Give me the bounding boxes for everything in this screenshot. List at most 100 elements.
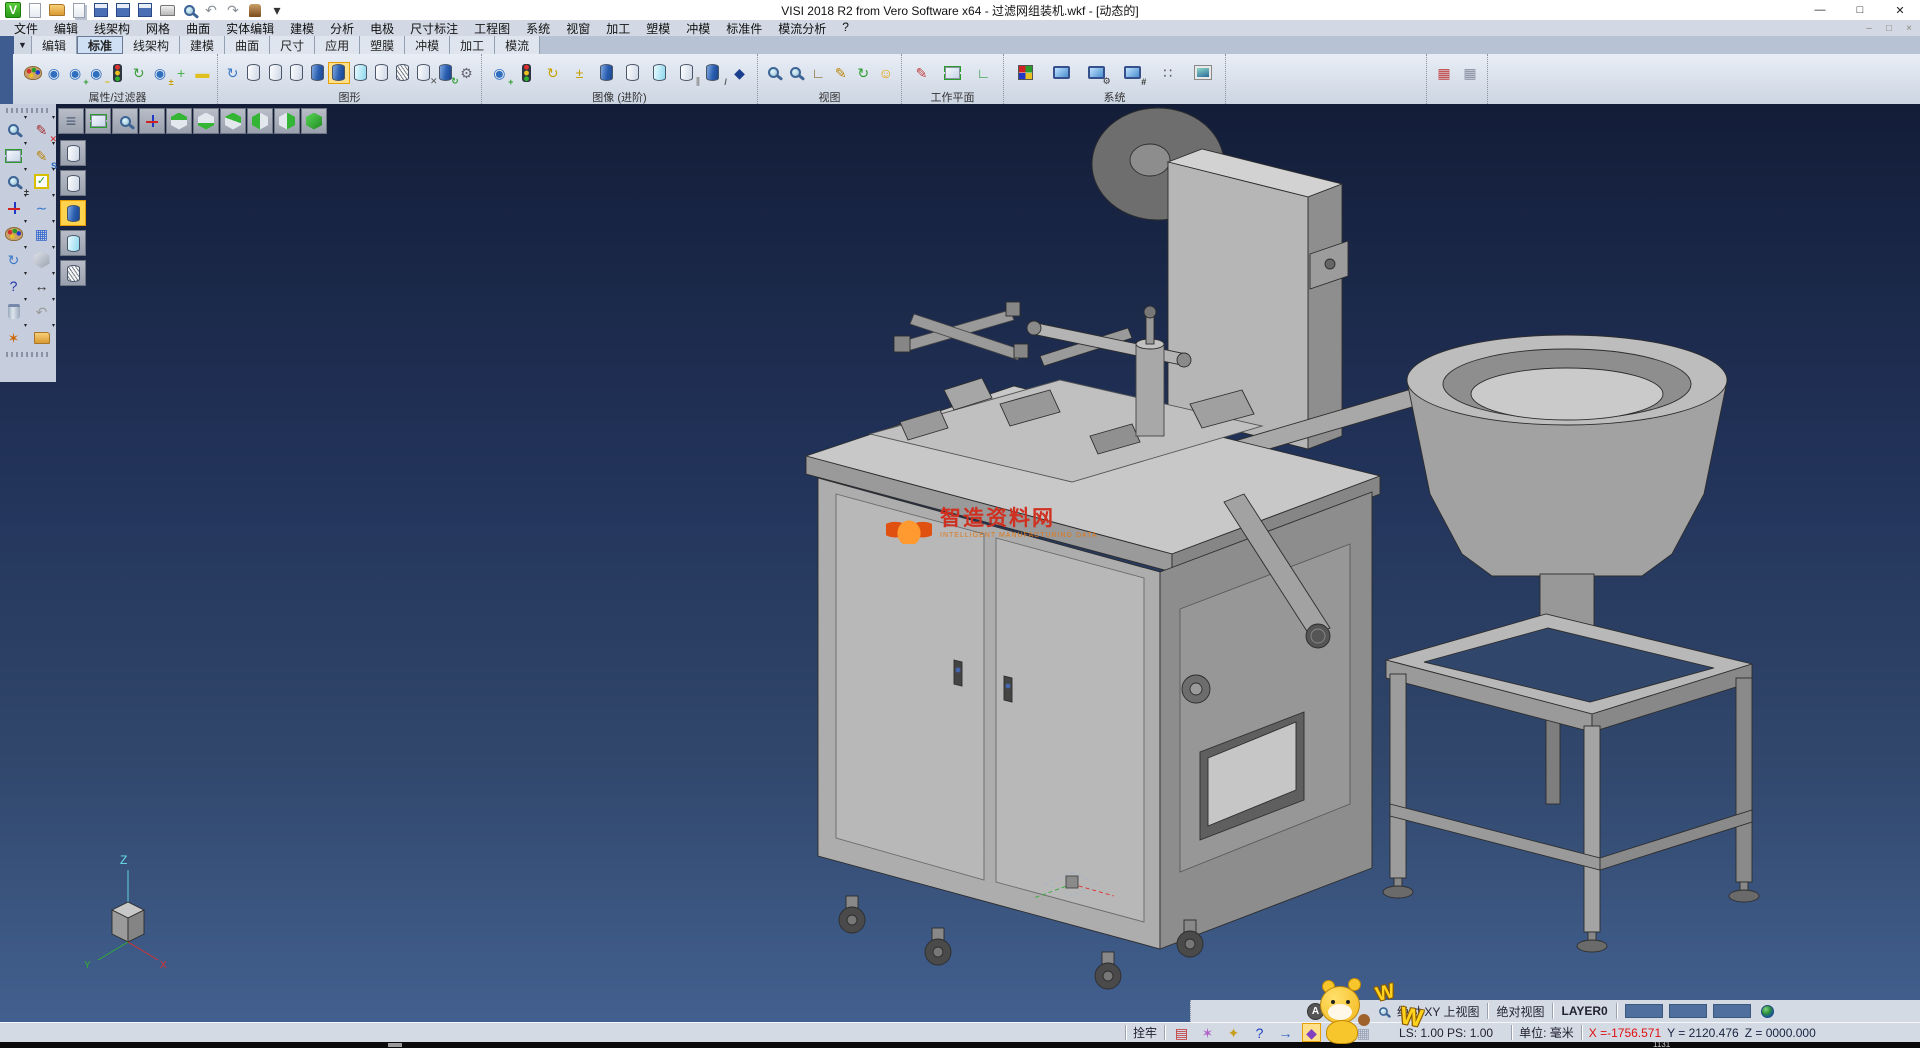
plane-selection-icon[interactable] <box>1 143 26 168</box>
menu-item-曲面[interactable]: 曲面 <box>178 20 218 37</box>
toolbox-wheel-icon[interactable]: ✶ <box>1 325 26 350</box>
solid-view-icon[interactable] <box>595 62 617 84</box>
system-colors-icon[interactable] <box>1015 62 1037 84</box>
line-color-swatch[interactable] <box>1669 1004 1707 1018</box>
view-cube-left-button[interactable] <box>247 108 273 134</box>
toolbar-tab-塑膜[interactable]: 塑膜 <box>360 36 405 54</box>
zoom-window-icon[interactable] <box>785 62 807 84</box>
close-button[interactable]: ✕ <box>1880 0 1920 20</box>
filter-refresh-icon[interactable]: ↻ <box>128 62 149 84</box>
import-file-icon[interactable] <box>70 1 88 19</box>
panel-grip-bottom[interactable] <box>6 352 50 357</box>
menu-item-编辑[interactable]: 编辑 <box>46 20 86 37</box>
filter-remove-icon[interactable]: ◉− <box>86 62 107 84</box>
extra-tool-1-icon[interactable]: ▦ <box>1433 62 1455 84</box>
confirm-check-icon[interactable]: ✓ <box>29 169 54 194</box>
help-icon[interactable]: ? <box>1 273 26 298</box>
menu-item-分析[interactable]: 分析 <box>322 20 362 37</box>
view-smiley-icon[interactable]: ☺ <box>875 62 897 84</box>
selection-filter-icon[interactable] <box>1 117 26 142</box>
status-wand-icon[interactable]: ✶ <box>1198 1023 1217 1042</box>
print-icon[interactable] <box>158 1 176 19</box>
hatched-cylinder-icon[interactable] <box>392 62 413 84</box>
flat-cylinder-icon[interactable] <box>371 62 392 84</box>
menu-item-标准件[interactable]: 标准件 <box>718 20 770 37</box>
system-capture-icon[interactable] <box>1192 62 1214 84</box>
toolbar-tab-线架构[interactable]: 线架构 <box>123 36 180 54</box>
menu-item-系统[interactable]: 系统 <box>518 20 558 37</box>
child-minimize-button[interactable]: – <box>1862 23 1876 34</box>
view-cube-back-button[interactable] <box>220 108 246 134</box>
toolbar-tab-编辑[interactable]: 编辑 <box>32 36 77 54</box>
layer-add-icon[interactable]: ◉+ <box>488 62 510 84</box>
workplane-tree-icon[interactable]: ∟ <box>973 62 995 84</box>
globe-icon[interactable] <box>1761 1005 1774 1018</box>
toolbar-tab-应用[interactable]: 应用 <box>315 36 360 54</box>
toolbar-tab-尺寸[interactable]: 尺寸 <box>270 36 315 54</box>
layer-traffic-icon[interactable] <box>515 62 537 84</box>
redo-icon[interactable]: ↷ <box>224 1 242 19</box>
menu-item-模流分析[interactable]: 模流分析 <box>770 20 834 37</box>
measure-distance-icon[interactable]: ↔ <box>29 273 54 298</box>
workplane-plane-icon[interactable] <box>942 62 964 84</box>
section-view-icon[interactable]: ∥ <box>675 62 697 84</box>
fill-color-swatch[interactable] <box>1713 1004 1751 1018</box>
status-doc-icon[interactable]: ▤ <box>1172 1023 1191 1042</box>
view-ruler-icon[interactable]: ∟ <box>807 62 829 84</box>
display-shaded-button[interactable] <box>60 200 86 226</box>
menu-item-工程图[interactable]: 工程图 <box>466 20 518 37</box>
shaded-cylinder-icon[interactable] <box>307 62 328 84</box>
refresh-graphics-icon[interactable]: ↻ <box>435 62 456 84</box>
menu-item-塑模[interactable]: 塑模 <box>638 20 678 37</box>
layer-refresh-icon[interactable]: ↻ <box>542 62 564 84</box>
toolbar-tab-曲面[interactable]: 曲面 <box>225 36 270 54</box>
ghost-view-icon[interactable] <box>648 62 670 84</box>
panel-grip-top[interactable] <box>6 108 50 113</box>
attribute-page-icon[interactable]: ◉ <box>43 62 64 84</box>
shaded-edges-cylinder-icon[interactable] <box>328 62 349 84</box>
zoom-select-icon[interactable] <box>762 62 784 84</box>
dashed-cylinder-icon[interactable] <box>286 62 307 84</box>
system-calc-icon[interactable]: # <box>1121 62 1143 84</box>
hidden-line-cylinder-icon[interactable] <box>265 62 286 84</box>
view-cube-bottom-button[interactable] <box>193 108 219 134</box>
menu-item-加工[interactable]: 加工 <box>598 20 638 37</box>
tab-dropdown-button[interactable]: ▼ <box>14 36 32 54</box>
menu-item-线架构[interactable]: 线架构 <box>86 20 138 37</box>
menu-item-尺寸标注[interactable]: 尺寸标注 <box>402 20 466 37</box>
view-mode-label[interactable]: 绝对视图 <box>1496 1003 1544 1020</box>
multi-window-icon[interactable]: ▦ <box>29 221 54 246</box>
menu-item-文件[interactable]: 文件 <box>6 20 46 37</box>
restore-button[interactable]: □ <box>1840 0 1880 20</box>
view-sketch-icon[interactable]: ✎ <box>830 62 852 84</box>
display-hidden-button[interactable] <box>60 170 86 196</box>
child-restore-button[interactable]: □ <box>1882 23 1896 34</box>
delete-trash-icon[interactable] <box>1 299 26 324</box>
view-menu-button[interactable]: ≡ <box>58 108 84 134</box>
spline-edit-icon[interactable]: ✎S <box>29 143 54 168</box>
solid-cube-icon[interactable] <box>29 247 54 272</box>
system-grid-icon[interactable]: ∷ <box>1157 62 1179 84</box>
menu-item-冲模[interactable]: 冲模 <box>678 20 718 37</box>
view-cube-top-button[interactable] <box>166 108 192 134</box>
status-help-icon[interactable]: ? <box>1250 1023 1269 1042</box>
erase-entities-icon[interactable]: ✎✕ <box>29 117 54 142</box>
show-add-icon[interactable]: + <box>171 62 192 84</box>
render-attributes-icon[interactable] <box>22 62 43 84</box>
lock-label[interactable]: 拴牢 <box>1133 1024 1157 1041</box>
filter-plusminus-icon[interactable]: ◉± <box>149 62 170 84</box>
wire-view-icon[interactable] <box>622 62 644 84</box>
view-cube-right-button[interactable] <box>274 108 300 134</box>
new-file-icon[interactable] <box>26 1 44 19</box>
toolbar-options-icon[interactable]: ▾ <box>268 1 286 19</box>
active-layer-label[interactable]: LAYER0 <box>1561 1004 1607 1018</box>
protect-shield-icon[interactable]: ◆ <box>729 62 751 84</box>
workplane-sketch-icon[interactable]: ✎ <box>911 62 933 84</box>
render-palette-icon[interactable] <box>1 221 26 246</box>
transparent-cylinder-icon[interactable] <box>350 62 371 84</box>
toolbar-tab-建模[interactable]: 建模 <box>180 36 225 54</box>
menu-item-建模[interactable]: 建模 <box>282 20 322 37</box>
hide-remove-icon[interactable]: ▬ <box>192 62 213 84</box>
layer-plusminus-icon[interactable]: ± <box>568 62 590 84</box>
display-ghost-button[interactable] <box>60 230 86 256</box>
